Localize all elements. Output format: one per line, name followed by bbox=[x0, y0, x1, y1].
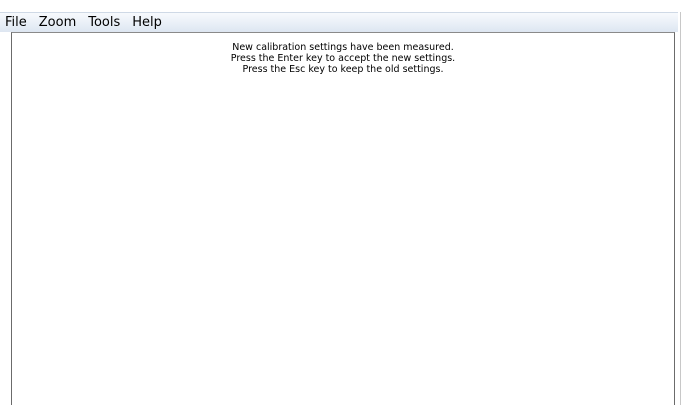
calibration-window: File Zoom Tools Help New calibration set… bbox=[0, 0, 686, 405]
message-line-keep: Press the Esc key to keep the old settin… bbox=[242, 64, 444, 75]
menu-file[interactable]: File bbox=[0, 13, 33, 33]
menu-help[interactable]: Help bbox=[126, 13, 168, 33]
message-line-measured: New calibration settings have been measu… bbox=[232, 42, 454, 53]
menu-tools[interactable]: Tools bbox=[82, 13, 126, 33]
calibration-message: New calibration settings have been measu… bbox=[12, 42, 674, 75]
window-edge bbox=[680, 12, 681, 405]
menu-bar: File Zoom Tools Help bbox=[0, 12, 678, 32]
message-line-accept: Press the Enter key to accept the new se… bbox=[230, 53, 456, 64]
menu-zoom[interactable]: Zoom bbox=[33, 13, 82, 33]
calibration-canvas[interactable]: New calibration settings have been measu… bbox=[11, 32, 675, 405]
